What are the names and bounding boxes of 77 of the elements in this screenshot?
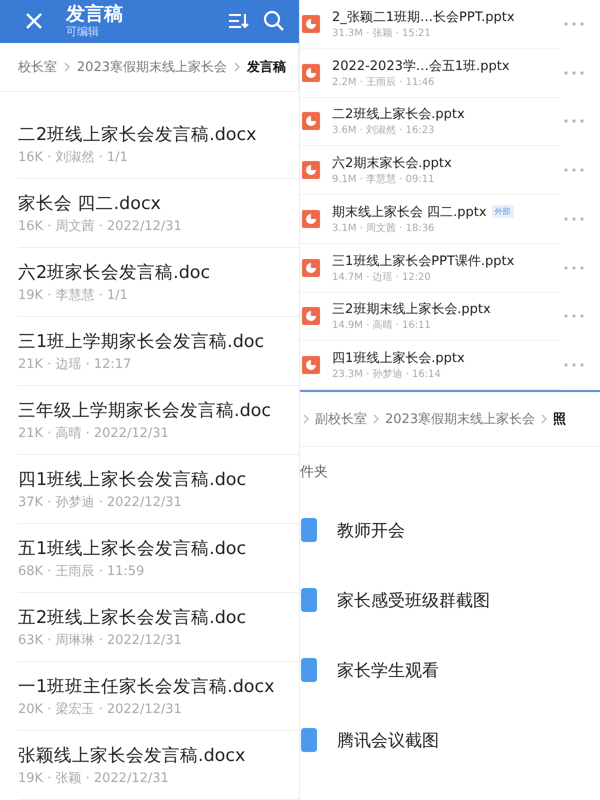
file-name[interactable]: 二2班线上家长会.pptx	[332, 105, 465, 124]
section-label: 件夹	[300, 463, 329, 482]
more-icon[interactable]	[564, 168, 584, 172]
file-name[interactable]: 张颖线上家长会发言稿.docx	[18, 743, 299, 767]
breadcrumb-item[interactable]: 副校长室	[315, 410, 367, 428]
file-meta: 63K · 周琳琳 · 2022/12/31	[18, 632, 183, 649]
breadcrumb-item[interactable]: 2023寒假期末线上家长会	[385, 410, 536, 428]
file-meta: 2.2M · 王雨辰 · 11:46	[332, 76, 436, 89]
file-name[interactable]: 五2班线上家长会发言稿.doc	[18, 605, 299, 629]
file-name[interactable]: 三年级上学期家长会发言稿.doc	[18, 398, 299, 422]
chevron-icon[interactable]	[302, 413, 310, 425]
more-icon[interactable]	[564, 119, 584, 124]
file-meta: 23.3M · 孙梦迪 · 16:14	[332, 368, 442, 382]
more-icon[interactable]	[564, 363, 584, 368]
folder-icon[interactable]	[301, 728, 317, 752]
file-meta: 37K · 孙梦迪 · 2022/12/31	[18, 494, 183, 511]
file-name[interactable]: 六2班家长会发言稿.doc	[18, 260, 299, 284]
file-name[interactable]: 家长会 四二.docx	[18, 191, 299, 215]
file-meta: 19K · 李慧慧 · 1/1	[18, 287, 129, 304]
search-icon[interactable]	[263, 10, 285, 32]
file-meta: 14.7M · 边瑶 · 12:20	[332, 270, 432, 284]
file-meta: 68K · 王雨辰 · 11:59	[18, 563, 146, 580]
more-icon[interactable]	[564, 266, 584, 270]
file-meta: 16K · 刘淑然 · 1/1	[18, 149, 129, 166]
file-name[interactable]: 四1班线上家长会发言稿.doc	[18, 467, 299, 491]
file-name[interactable]: 2022-2023学…会五1班.pptx	[332, 56, 510, 75]
presentation-file-icon[interactable]	[302, 64, 320, 82]
file-name[interactable]: 四1班线上家长会.pptx	[332, 349, 465, 368]
folder-icon[interactable]	[301, 588, 317, 612]
file-name[interactable]: 三1班线上家长会PPT课件.pptx	[332, 252, 514, 270]
window-title: 发言稿	[66, 3, 124, 26]
file-meta: 31.3M · 张颖 · 15:21	[332, 26, 432, 40]
file-meta: 19K · 张颖 · 2022/12/31	[18, 770, 170, 787]
breadcrumb-item[interactable]: 发言稿	[247, 58, 286, 76]
file-name[interactable]: 期末线上家长会 四二.pptx	[332, 202, 487, 221]
folder-icon[interactable]	[301, 658, 317, 682]
file-meta: 20K · 梁宏玉 · 2022/12/31	[18, 701, 183, 718]
file-name[interactable]: 一1班班主任家长会发言稿.docx	[18, 674, 299, 698]
chevron-icon[interactable]	[540, 413, 548, 425]
file-tag: 外部	[492, 205, 514, 218]
file-name[interactable]: 五1班线上家长会发言稿.doc	[18, 536, 299, 560]
presentation-file-icon[interactable]	[302, 356, 320, 374]
chevron-icon[interactable]	[372, 413, 380, 425]
presentation-file-icon[interactable]	[302, 14, 320, 33]
file-meta: 14.9M · 高晴 · 16:11	[332, 318, 432, 332]
folder-name[interactable]: 教师开会	[337, 518, 405, 542]
presentation-file-icon[interactable]	[302, 258, 320, 277]
presentation-file-icon[interactable]	[302, 307, 320, 326]
breadcrumb-item[interactable]: 校长室	[18, 58, 57, 76]
chevron-icon[interactable]	[233, 60, 241, 73]
close-icon[interactable]	[24, 11, 44, 32]
presentation-file-icon[interactable]	[302, 210, 320, 228]
folder-name[interactable]: 家长学生观看	[337, 658, 439, 682]
file-meta: 3.1M · 周文茜 · 18:36	[332, 222, 436, 235]
folder-name[interactable]: 家长感受班级群截图	[337, 588, 490, 612]
more-icon[interactable]	[564, 216, 584, 221]
breadcrumb-item[interactable]: 照	[553, 410, 566, 428]
breadcrumb-item[interactable]: 2023寒假期末线上家长会	[76, 58, 227, 76]
file-meta: 3.6M · 刘淑然 · 16:23	[332, 124, 436, 138]
more-icon[interactable]	[564, 314, 584, 318]
folder-name[interactable]: 腾讯会议截图	[337, 728, 439, 752]
file-name[interactable]: 三2班期末线上家长会.pptx	[332, 300, 491, 318]
chevron-icon[interactable]	[62, 60, 71, 73]
window-subtitle: 可编辑	[66, 25, 100, 40]
file-name[interactable]: 二2班线上家长会发言稿.docx	[18, 122, 299, 146]
file-name[interactable]: 六2期末家长会.pptx	[332, 154, 452, 172]
file-meta: 21K · 边瑶 · 12:17	[18, 356, 132, 373]
more-icon[interactable]	[564, 70, 584, 75]
file-name[interactable]: 三1班上学期家长会发言稿.doc	[18, 329, 299, 353]
file-meta: 16K · 周文茜 · 2022/12/31	[18, 218, 183, 235]
presentation-file-icon[interactable]	[302, 161, 320, 180]
file-meta: 9.1M · 李慧慧 · 09:11	[332, 172, 436, 186]
more-icon[interactable]	[564, 22, 584, 26]
file-name[interactable]: 2_张颖二1班期…长会PPT.pptx	[332, 8, 515, 26]
presentation-file-icon[interactable]	[302, 112, 320, 130]
folder-icon[interactable]	[301, 518, 317, 542]
file-meta: 21K · 高晴 · 2022/12/31	[18, 425, 170, 442]
